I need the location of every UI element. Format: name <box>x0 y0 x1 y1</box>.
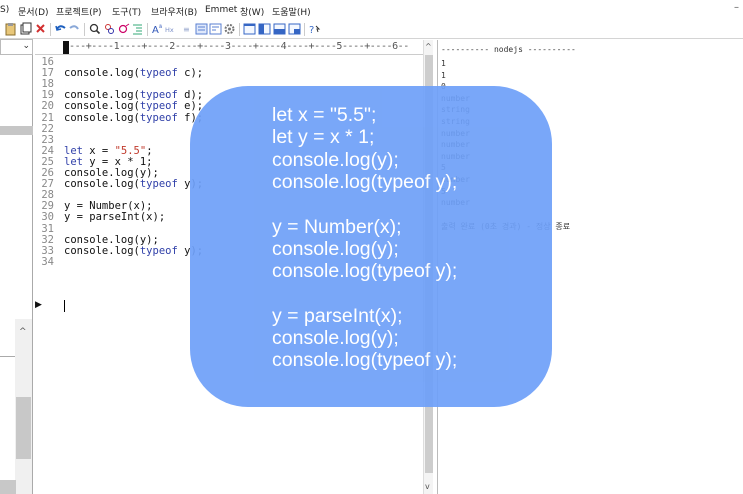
column-ruler: ---+----1----+----2----+----3----+----4-… <box>35 40 432 55</box>
undo-icon[interactable] <box>54 22 67 36</box>
scrollbar-thumb[interactable] <box>16 397 31 459</box>
toolbar-separator <box>239 23 240 36</box>
paste-icon[interactable] <box>4 22 17 36</box>
layout-grid-icon[interactable] <box>288 22 301 36</box>
menu-bar: S) 문서(D) 프로젝트(P) 도구(T) 브라우저(B) Emmet 창(W… <box>0 0 743 20</box>
toolbar-separator <box>147 23 148 36</box>
svg-text:≡: ≡ <box>183 25 190 34</box>
bookmark-icon[interactable]: ≡ <box>182 22 195 36</box>
settings-icon[interactable] <box>223 22 236 36</box>
code-text: y = parseInt(x); <box>64 211 166 224</box>
font-size-icon[interactable]: Aä <box>151 22 164 36</box>
help-icon[interactable]: ? <box>308 22 321 36</box>
menu-item-help[interactable]: 도움말(H) <box>272 5 311 18</box>
close-icon[interactable] <box>34 22 47 36</box>
wrap-icon[interactable] <box>195 22 208 36</box>
scroll-down-icon[interactable]: v <box>425 482 430 491</box>
menu-item-project[interactable]: 프로젝트(P) <box>56 5 102 18</box>
menu-item-window[interactable]: 창(W) <box>240 5 264 18</box>
code-text: console.log(typeof c); <box>64 67 204 80</box>
panel-dropdown[interactable]: ⌄ <box>0 39 33 55</box>
menu-item-document[interactable]: 문서(D) <box>18 5 49 18</box>
overlay-code-line: console.log(y); <box>272 148 399 171</box>
code-annotation-overlay: let x = "5.5"; let y = x * 1; console.log(… <box>190 86 552 407</box>
file-list[interactable] <box>0 55 33 357</box>
output-line: 1 <box>441 70 446 80</box>
minimize-button[interactable]: – <box>734 2 739 13</box>
menu-item-tools[interactable]: 도구(T) <box>112 5 141 18</box>
line-number: 34 <box>41 255 54 268</box>
toolbar-separator <box>50 23 51 36</box>
panel-scrollbar[interactable]: ^ <box>15 319 32 494</box>
toolbar-separator <box>304 23 305 36</box>
overlay-code-line: console.log(typeof y); <box>272 349 458 372</box>
layout-split-icon[interactable] <box>258 22 271 36</box>
chevron-down-icon[interactable]: ⌄ <box>22 41 30 51</box>
left-panel: ⌄ ^ <box>0 39 33 494</box>
svg-text:?: ? <box>309 25 314 36</box>
line-number: 32 <box>41 233 54 246</box>
toolbar-separator <box>84 23 85 36</box>
secondary-panel: ^ <box>0 319 33 494</box>
overlay-code-line: console.log(y); <box>272 327 399 349</box>
find-icon[interactable] <box>88 22 101 36</box>
file-list-selected-item[interactable] <box>0 126 33 135</box>
svg-text:A: A <box>152 25 159 36</box>
goto-icon[interactable] <box>117 22 130 36</box>
code-text: console.log(typeof f); <box>64 111 204 124</box>
layout-vertical-icon[interactable] <box>273 22 286 36</box>
output-header: ---------- nodejs ---------- <box>441 45 576 54</box>
view-icon[interactable] <box>209 22 222 36</box>
overlay-code-line: console.log(typeof y); <box>272 260 458 283</box>
menu-item-emmet[interactable]: Emmet <box>205 5 237 15</box>
svg-text:ä: ä <box>159 24 162 30</box>
output-line: 1 <box>441 59 446 68</box>
overlay-code-line: console.log(typeof y); <box>272 170 458 193</box>
scroll-up-icon[interactable]: ^ <box>19 327 27 337</box>
code-text: console.log(typeof y); <box>64 244 203 257</box>
menu-item-browser[interactable]: 브라우저(B) <box>151 5 197 18</box>
line-number: 22 <box>41 122 54 135</box>
scroll-up-icon[interactable]: ^ <box>425 42 432 51</box>
line-number: 30 <box>41 211 54 224</box>
code-text: console.log(typeof y); <box>64 178 203 191</box>
hex-icon[interactable]: Hx <box>165 22 181 36</box>
overlay-code-line: y = parseInt(x); <box>272 304 403 327</box>
svg-text:Hx: Hx <box>165 26 174 34</box>
ruler-text: ---+----1----+----2----+----3----+----4-… <box>69 41 409 52</box>
overlay-code-line: console.log(y); <box>272 237 399 260</box>
layout-single-icon[interactable] <box>243 22 256 36</box>
replace-icon[interactable] <box>103 22 116 36</box>
code-text: console.log(typeof e); <box>64 100 204 113</box>
line-number: 21 <box>41 111 54 124</box>
text-cursor <box>64 300 65 312</box>
current-line-marker: ▶ <box>35 300 42 310</box>
horizontal-scrollbar[interactable] <box>0 480 16 494</box>
menu-item-s[interactable]: S) <box>0 5 9 15</box>
redo-icon[interactable] <box>68 22 81 36</box>
toolbar: Aä Hx ≡ ? <box>0 20 743 39</box>
overlay-code-line: y = Number(x); <box>272 215 402 238</box>
overlay-code-line: let y = x * 1; <box>272 126 375 149</box>
overlay-code-line: let x = "5.5"; <box>272 104 377 126</box>
indent-icon[interactable] <box>131 22 144 36</box>
line-number: 31 <box>41 222 54 235</box>
copy-icon[interactable] <box>19 22 32 36</box>
line-number: 20 <box>41 100 54 113</box>
